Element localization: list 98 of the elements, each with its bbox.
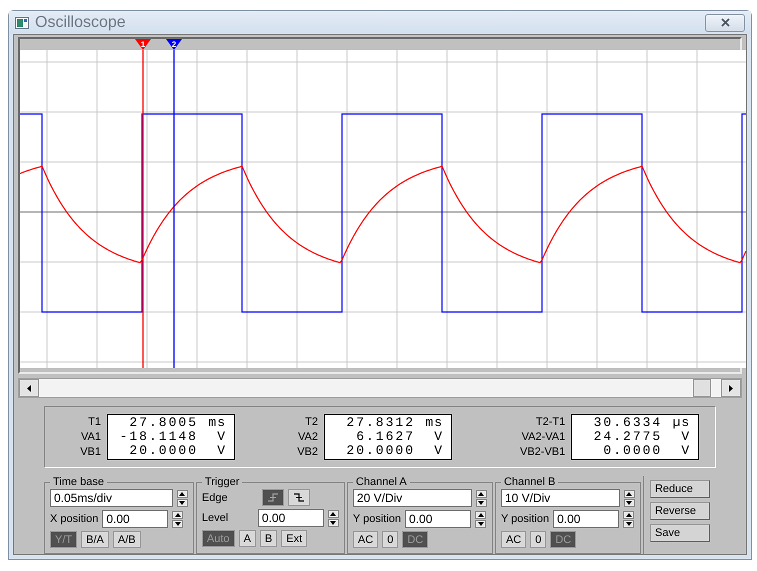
spin-up-button[interactable] bbox=[328, 510, 339, 518]
position-field[interactable]: 0.00 bbox=[553, 510, 620, 528]
readout-label: VA2-VA1 bbox=[522, 430, 566, 444]
action-button[interactable]: Save bbox=[650, 524, 710, 542]
edge-button[interactable] bbox=[288, 489, 310, 506]
group-title: Trigger bbox=[204, 476, 240, 488]
up-arrow-icon bbox=[626, 512, 632, 516]
readout-value: 20.0000 bbox=[128, 444, 198, 458]
field-label: Level bbox=[202, 512, 230, 524]
readout-unit: ms bbox=[207, 416, 227, 430]
down-arrow-icon bbox=[174, 522, 181, 526]
spin-down-button[interactable] bbox=[623, 520, 634, 528]
group-title: Channel B bbox=[502, 476, 556, 488]
toggle-button[interactable]: AC bbox=[352, 531, 378, 548]
scale-field[interactable]: 0.05ms/div bbox=[50, 489, 173, 507]
readout-label: T2 bbox=[305, 414, 318, 430]
readout-label: VB2-VB1 bbox=[520, 444, 566, 460]
toggle-button[interactable]: Ext bbox=[281, 530, 308, 547]
spin-up-button[interactable] bbox=[476, 490, 487, 498]
up-arrow-icon bbox=[478, 512, 484, 516]
spin-down-button[interactable] bbox=[475, 520, 486, 528]
field-label: Y position bbox=[500, 513, 550, 525]
readout-unit: V bbox=[216, 430, 227, 444]
level-field[interactable]: 0.00 bbox=[258, 509, 324, 527]
position-field[interactable]: 0.00 bbox=[102, 510, 168, 528]
up-arrow-icon bbox=[179, 492, 186, 496]
down-arrow-icon bbox=[478, 522, 484, 526]
scale-field[interactable]: 10 V/Div bbox=[500, 489, 620, 507]
readout-label: T1 bbox=[88, 414, 101, 430]
readout-unit: V bbox=[433, 444, 444, 458]
action-button[interactable]: Reverse bbox=[650, 502, 710, 520]
readout-value: 24.2775 bbox=[592, 430, 662, 444]
scale-field[interactable]: 20 V/Div bbox=[352, 489, 472, 507]
readout-value: 27.8005 bbox=[128, 416, 198, 430]
up-arrow-icon bbox=[478, 492, 484, 496]
right-arrow-icon bbox=[729, 384, 733, 392]
readout-label: VA2 bbox=[298, 430, 318, 444]
down-arrow-icon bbox=[179, 500, 186, 504]
spin-up-button[interactable] bbox=[475, 510, 486, 518]
spin-down-button[interactable] bbox=[172, 520, 184, 528]
readout-value: -18.1148 bbox=[118, 430, 198, 444]
toggle-button[interactable]: 0 bbox=[530, 531, 546, 548]
readout-unit: V bbox=[433, 430, 444, 444]
field-label: Edge bbox=[202, 492, 229, 504]
readout-value: 30.6334 bbox=[592, 416, 662, 430]
readout-unit: V bbox=[216, 444, 227, 458]
window-title: Oscilloscope bbox=[35, 14, 127, 32]
toggle-button[interactable]: AC bbox=[500, 531, 526, 548]
action-button[interactable]: Reduce bbox=[650, 480, 710, 498]
group-title: Channel A bbox=[354, 476, 408, 488]
readout-label: VB2 bbox=[297, 444, 318, 460]
readout-unit: V bbox=[680, 444, 692, 458]
up-arrow-icon bbox=[626, 492, 632, 496]
toggle-button[interactable]: 0 bbox=[382, 531, 398, 548]
spin-down-button[interactable] bbox=[328, 518, 339, 526]
scroll-right-button[interactable] bbox=[721, 379, 741, 397]
spin-up-button[interactable] bbox=[624, 490, 635, 498]
spin-up-button[interactable] bbox=[172, 510, 184, 518]
down-arrow-icon bbox=[478, 500, 484, 504]
field-label: Y position bbox=[352, 513, 402, 525]
cursor-handle[interactable]: 2 bbox=[166, 39, 182, 50]
app-icon bbox=[15, 16, 29, 28]
field-label: X position bbox=[50, 513, 98, 525]
up-arrow-icon bbox=[174, 512, 181, 516]
close-button[interactable] bbox=[705, 14, 745, 32]
toggle-button[interactable]: B/A bbox=[81, 531, 109, 548]
spin-down-button[interactable] bbox=[624, 498, 635, 506]
position-field[interactable]: 0.00 bbox=[405, 510, 472, 528]
spin-down-button[interactable] bbox=[476, 498, 487, 506]
readout-value: 27.8312 bbox=[345, 416, 415, 430]
rising-edge-icon bbox=[266, 492, 279, 503]
up-arrow-icon bbox=[330, 512, 336, 516]
scroll-left-button[interactable] bbox=[19, 379, 39, 397]
down-arrow-icon bbox=[626, 522, 632, 526]
close-icon bbox=[720, 18, 730, 27]
toggle-button[interactable]: A bbox=[238, 530, 256, 547]
horizontal-scrollbar[interactable] bbox=[18, 378, 742, 398]
down-arrow-icon bbox=[330, 520, 336, 524]
spin-down-button[interactable] bbox=[176, 498, 188, 506]
readout-label: VA1 bbox=[81, 430, 101, 444]
toggle-button[interactable]: A/B bbox=[112, 531, 141, 548]
readout-label: T2-T1 bbox=[536, 414, 566, 430]
scroll-thumb[interactable] bbox=[693, 379, 711, 397]
spin-up-button[interactable] bbox=[623, 510, 634, 518]
readout-unit: V bbox=[680, 430, 692, 444]
down-arrow-icon bbox=[626, 500, 632, 504]
readout-label: VB1 bbox=[80, 444, 101, 460]
left-arrow-icon bbox=[27, 384, 31, 392]
toggle-button[interactable]: B bbox=[260, 530, 278, 547]
group-title: Time base bbox=[52, 476, 105, 488]
readout-unit: ms bbox=[424, 416, 444, 430]
spin-up-button[interactable] bbox=[176, 490, 188, 498]
readout-value: 20.0000 bbox=[345, 444, 415, 458]
readout-value: 0.0000 bbox=[602, 444, 662, 458]
cursor-handle[interactable]: 1 bbox=[135, 39, 151, 50]
falling-edge-icon bbox=[292, 492, 305, 503]
readout-value: 6.1627 bbox=[355, 430, 415, 444]
readout-unit: µs bbox=[672, 416, 692, 430]
